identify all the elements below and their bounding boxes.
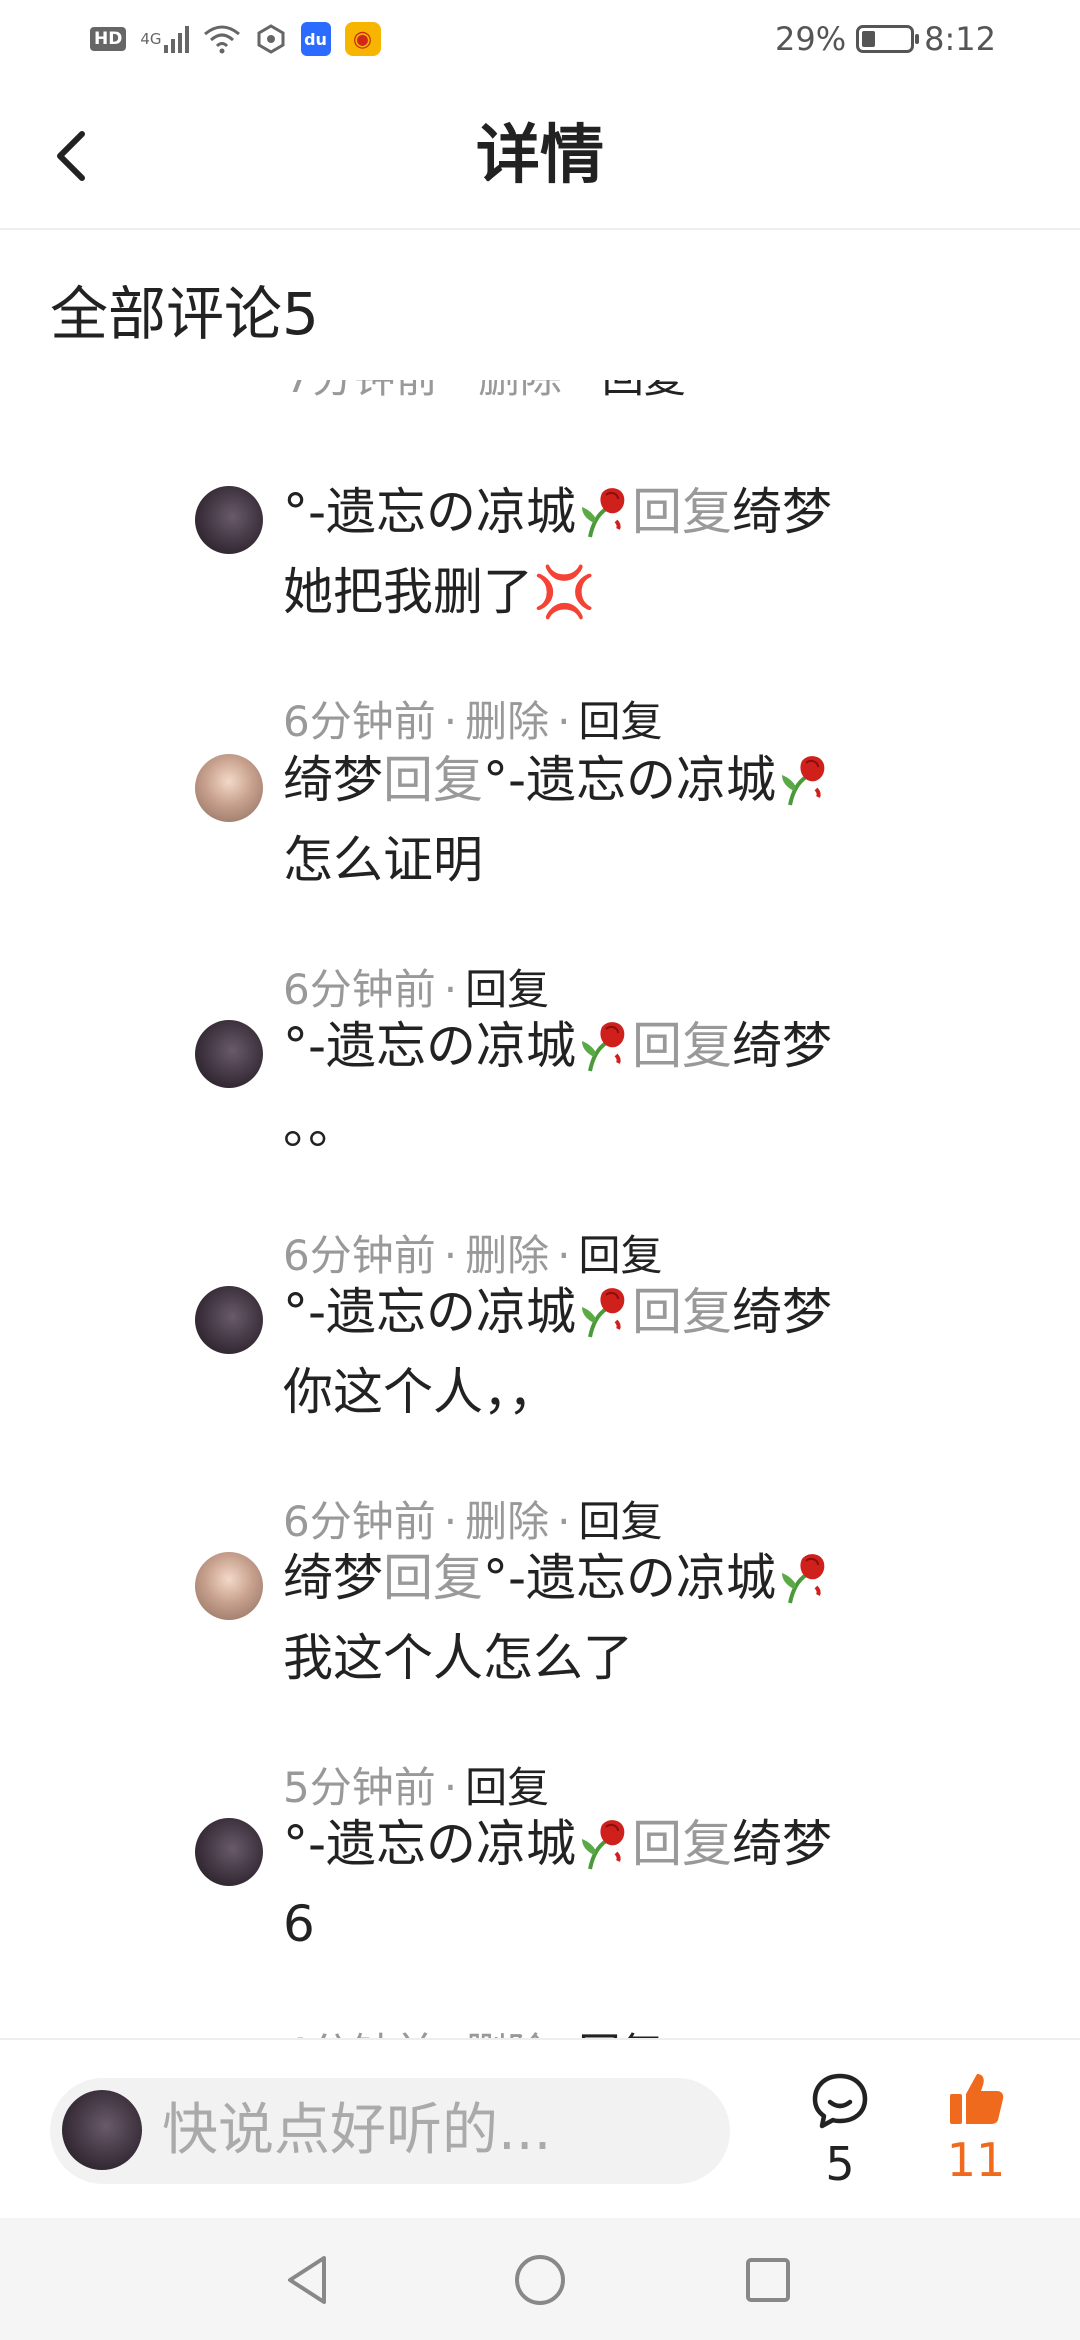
reply-target[interactable]: °-遗忘の凉城	[483, 1549, 776, 1607]
reply-word: 回复	[632, 483, 733, 541]
recents-square-icon	[746, 2258, 790, 2302]
comment-bubble-icon	[812, 2073, 868, 2129]
back-triangle-icon	[288, 2256, 326, 2304]
meta-separator: ·	[451, 380, 464, 402]
reply-target[interactable]: 绮梦	[732, 483, 832, 541]
comment-author[interactable]: °-遗忘の凉城	[283, 1815, 576, 1873]
comment-body: °-遗忘の凉城 回复绮梦 6	[283, 1804, 1003, 1964]
avatar[interactable]	[195, 486, 263, 554]
comment-text: 6	[283, 1895, 315, 1953]
avatar[interactable]	[195, 1020, 263, 1088]
reply-target[interactable]: 绮梦	[732, 1815, 832, 1873]
avatar[interactable]	[195, 754, 263, 822]
comment-input[interactable]: 快说点好听的...	[50, 2078, 730, 2184]
status-bar: HD 4G du ◉ 29% 8:12	[0, 0, 1080, 84]
comment-time: 4分钟前	[283, 2029, 436, 2038]
comment-body: °-遗忘の凉城 回复绮梦。。	[283, 1006, 1003, 1166]
comments-section-title: 全部评论5	[50, 280, 319, 348]
reply-link[interactable]: 回复	[578, 2029, 662, 2038]
weibo-icon: ◉	[344, 22, 381, 56]
reply-word: 回复	[632, 1815, 733, 1873]
wilted-rose-icon	[782, 755, 825, 805]
reply-target[interactable]: 绮梦	[732, 1283, 832, 1341]
hd-icon: HD	[90, 27, 127, 51]
signal-icon: 4G	[140, 22, 189, 56]
meta-separator: ·	[443, 697, 458, 746]
delete-link[interactable]: 删除	[478, 380, 562, 402]
avatar[interactable]	[195, 1286, 263, 1354]
comment-body: °-遗忘の凉城 回复绮梦你这个人，，	[283, 1272, 1003, 1432]
like-count: 11	[946, 2133, 1006, 2187]
meta-separator: ·	[444, 2029, 457, 2038]
comment-list[interactable]: 7分钟前 · 删除 · 回复 °-遗忘の凉城回复绮梦她把我删了💢6分钟前·删除·…	[0, 380, 1080, 2038]
comment-body: 绮梦回复°-遗忘の凉城 怎么证明	[283, 740, 1003, 900]
wilted-rose-icon	[582, 487, 625, 537]
comment-author[interactable]: °-遗忘の凉城	[283, 1283, 576, 1341]
comment-input-placeholder: 快说点好听的...	[162, 2098, 552, 2163]
delete-link[interactable]: 删除	[465, 2029, 549, 2038]
meta-separator: ·	[557, 2029, 570, 2038]
reply-word: 回复	[632, 1283, 733, 1341]
wilted-rose-icon	[582, 1287, 625, 1337]
reply-word: 回复	[383, 751, 483, 809]
bottom-action-bar: 快说点好听的... 5 11	[0, 2038, 1080, 2220]
clock: 8:12	[924, 20, 996, 58]
comment-time: 6分钟前	[283, 697, 436, 746]
comment-time: 7分钟前	[285, 380, 438, 402]
wifi-icon	[203, 22, 241, 56]
top-bar: 详情	[0, 84, 1080, 230]
network-type: 4G	[140, 30, 162, 48]
battery-icon	[856, 25, 920, 53]
comment-count-button[interactable]: 5	[790, 2070, 890, 2200]
comment-count: 5	[825, 2137, 855, 2191]
meta-separator: ·	[557, 697, 571, 746]
partial-comment-meta: 7分钟前 · 删除 · 回复	[285, 380, 686, 406]
reply-link[interactable]: 回复	[578, 697, 662, 746]
comment-author[interactable]: 绮梦	[283, 1549, 383, 1607]
delete-link[interactable]: 删除	[465, 697, 549, 746]
battery-percent: 29%	[775, 20, 847, 58]
like-button[interactable]: 11	[926, 2070, 1026, 2200]
comment-text: 。。	[283, 1097, 358, 1155]
wilted-rose-icon	[582, 1021, 625, 1071]
wilted-rose-icon	[582, 1819, 625, 1869]
avatar	[62, 2090, 142, 2170]
nav-back-button[interactable]	[276, 2248, 340, 2312]
meta-separator: ·	[575, 380, 588, 402]
reply-target[interactable]: °-遗忘の凉城	[483, 751, 776, 809]
thumbs-up-icon	[950, 2074, 1004, 2124]
baidu-icon: du	[300, 22, 331, 56]
reply-word: 回复	[383, 1549, 483, 1607]
comment-author[interactable]: °-遗忘の凉城	[283, 1017, 576, 1075]
avatar[interactable]	[195, 1818, 263, 1886]
comment-text: 我这个人怎么了	[283, 1629, 633, 1687]
avatar[interactable]	[195, 1552, 263, 1620]
reply-target[interactable]: 绮梦	[732, 1017, 832, 1075]
hexagon-icon	[255, 22, 287, 56]
comment-body: 绮梦回复°-遗忘の凉城我这个人怎么了	[283, 1538, 1003, 1698]
comment-body: °-遗忘の凉城 回复绮梦她把我删了💢	[283, 472, 1003, 632]
reply-link[interactable]: 回复	[602, 380, 686, 402]
comment-author[interactable]: 绮梦	[283, 751, 383, 809]
nav-home-button[interactable]	[508, 2248, 572, 2312]
comment-author[interactable]: °-遗忘の凉城	[283, 483, 576, 541]
reply-word: 回复	[632, 1017, 733, 1075]
wilted-rose-icon	[782, 1553, 825, 1603]
comment-text: 怎么证明	[283, 831, 483, 889]
comment-meta: 4分钟前 · 删除 · 回复	[283, 2026, 662, 2038]
home-circle-icon	[515, 2255, 565, 2305]
system-nav-bar	[0, 2218, 1080, 2340]
page-title: 详情	[476, 119, 604, 193]
comment-text: 她把我删了💢	[283, 563, 596, 621]
nav-recents-button[interactable]	[736, 2248, 800, 2312]
comment-text: 你这个人，，	[283, 1363, 558, 1421]
